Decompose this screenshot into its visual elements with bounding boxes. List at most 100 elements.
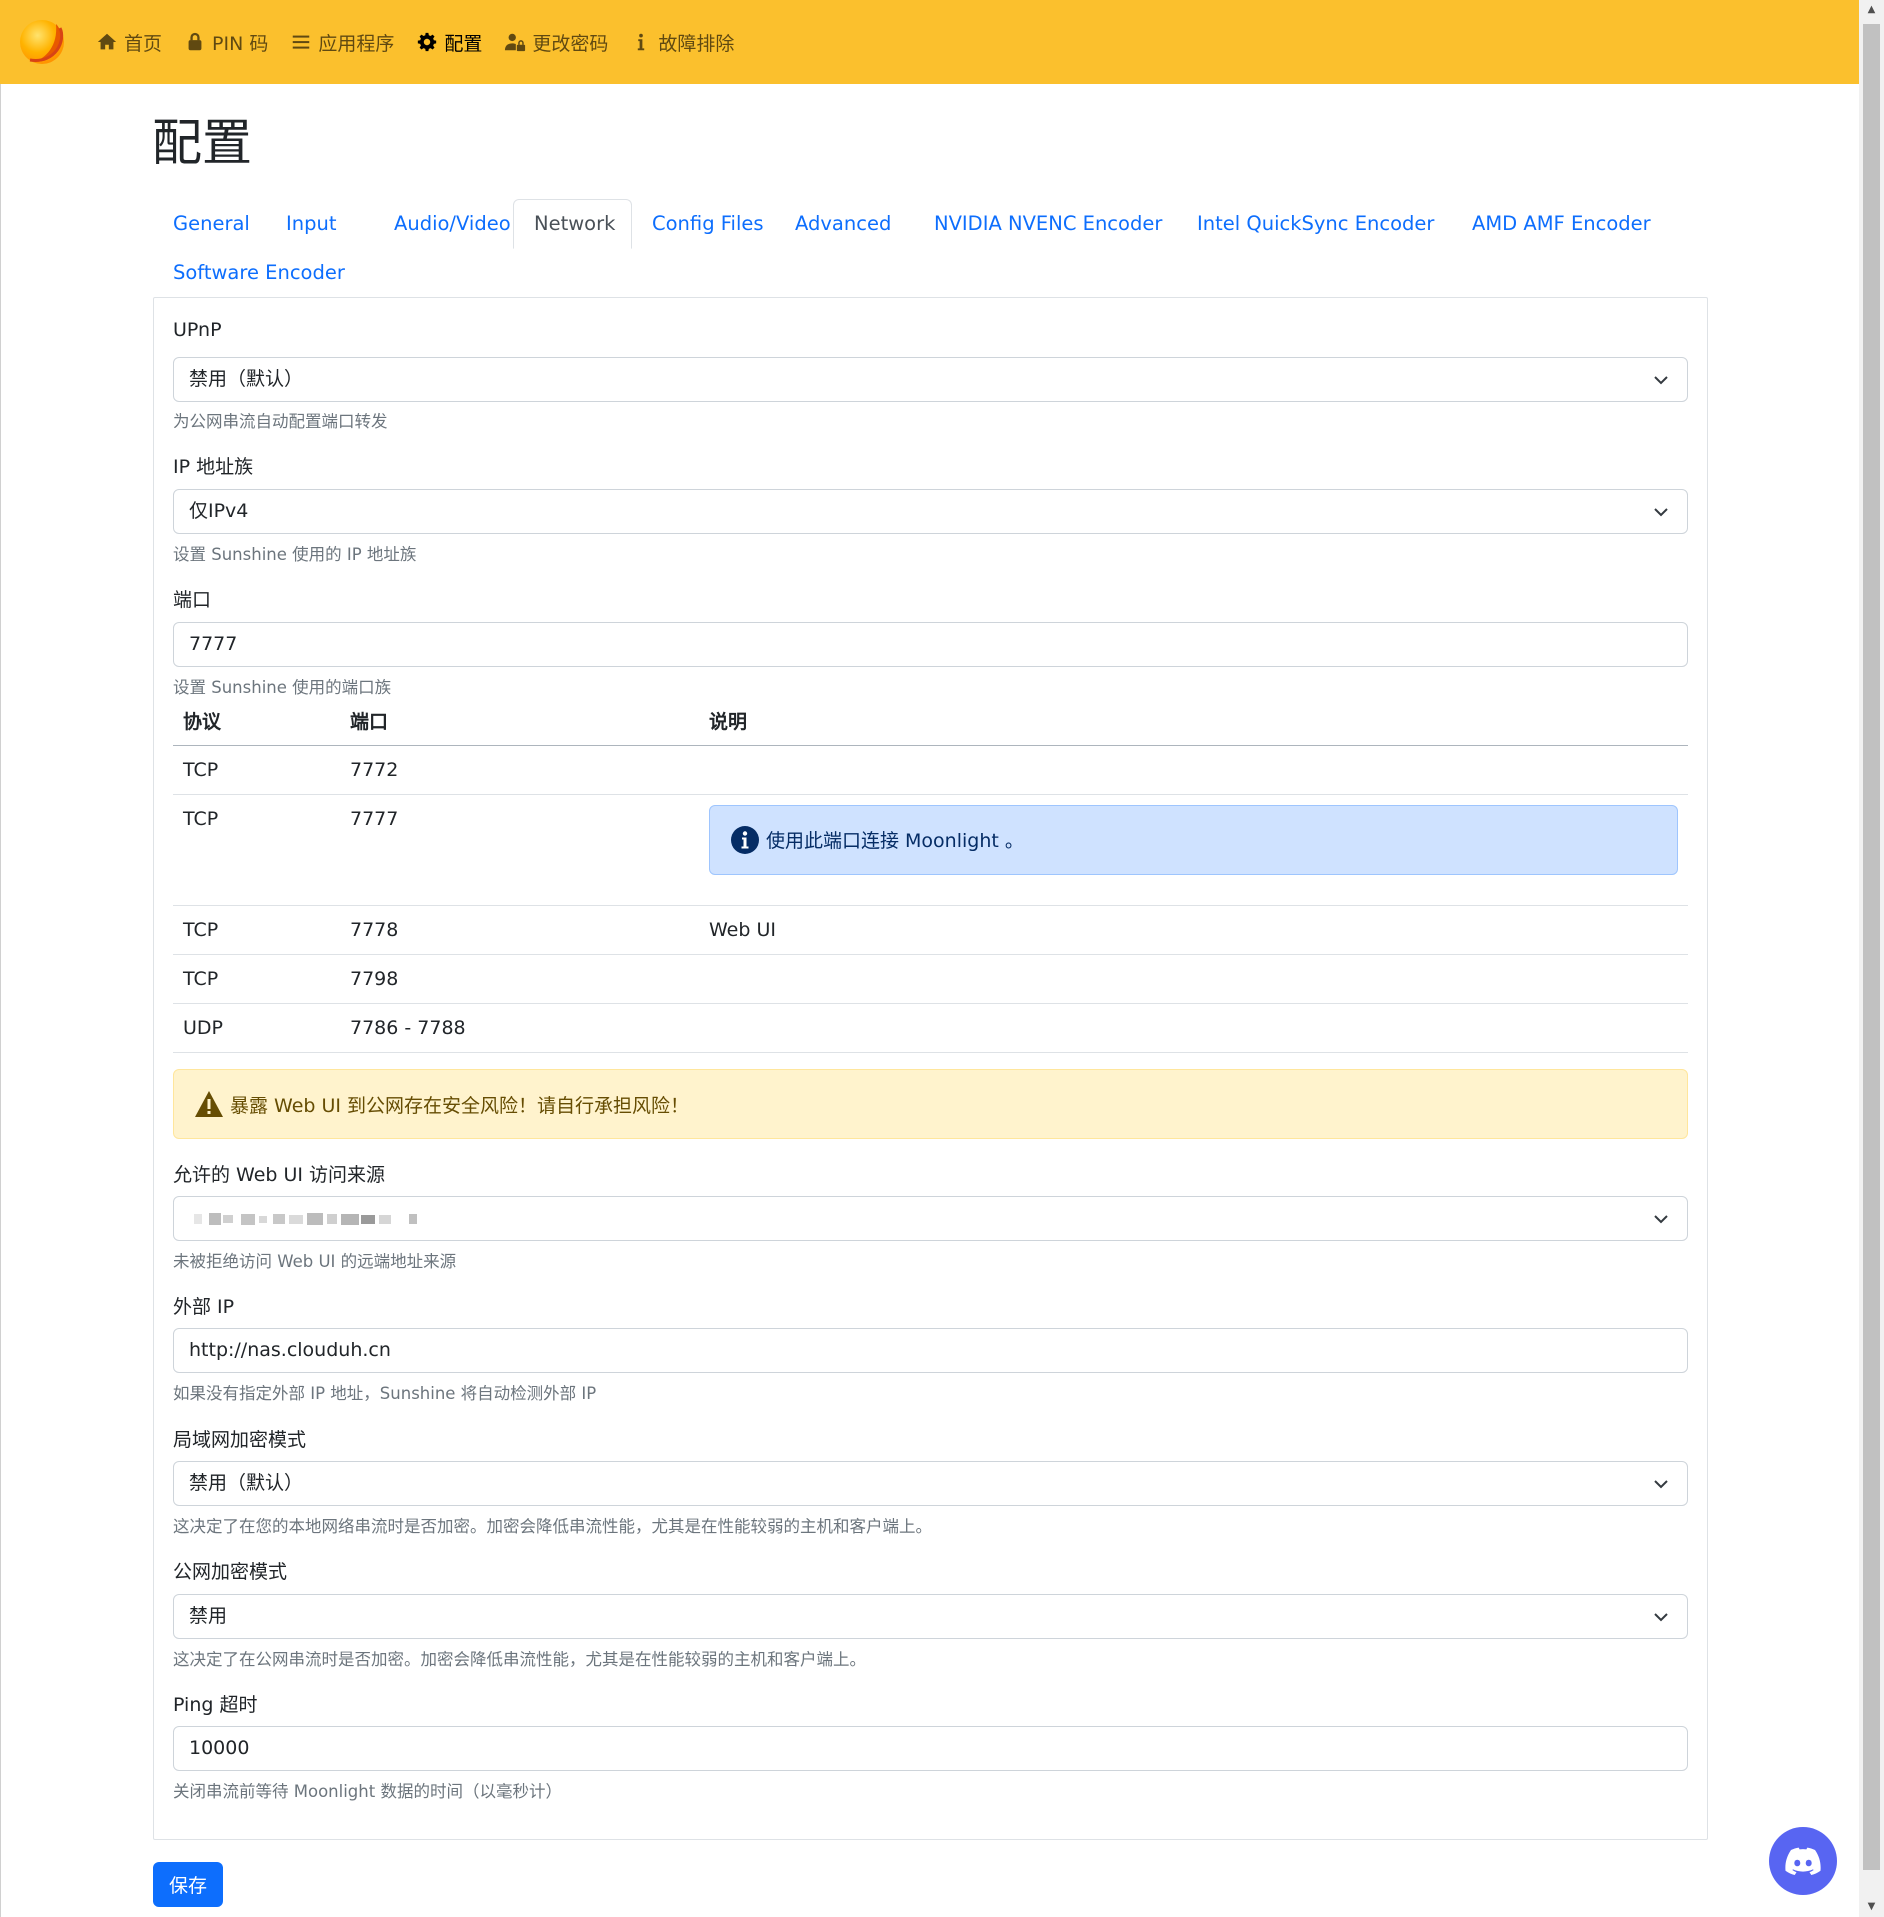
external-ip-help: 如果没有指定外部 IP 地址，Sunshine 将自动检测外部 IP [173,1384,597,1403]
port-cell: 7777 [340,794,699,906]
nav-change-password-label: 更改密码 [532,32,609,55]
upnp-select[interactable]: 禁用（默认） [173,357,1688,402]
address-family-select[interactable]: 仅IPv4 [173,489,1688,534]
protocol-cell: UDP [173,1003,340,1053]
address-family-label: IP 地址族 [173,456,254,478]
address-family-help: 设置 Sunshine 使用的 IP 地址族 [173,545,417,564]
tab-nvidia-nvenc[interactable]: NVIDIA NVENC Encoder [914,199,1182,249]
table-row: UDP 7786 - 7788 [173,1003,1688,1053]
wan-encryption-select[interactable]: 禁用 [173,1594,1688,1639]
protocol-cell: TCP [173,954,340,1004]
lan-encryption-label: 局域网加密模式 [173,1429,307,1451]
list-icon [293,35,310,49]
origin-web-ui-label: 允许的 Web UI 访问来源 [173,1164,386,1186]
chevron-down-icon [1654,1215,1668,1224]
nav-applications[interactable]: 应用程序 [290,29,394,56]
port-cell: 7798 [340,954,699,1004]
protocol-cell: TCP [173,905,340,955]
warning-text: 暴露 Web UI 到公网存在安全风险！请自行承担风险！ [230,1094,690,1117]
discord-icon [1785,1847,1821,1875]
moonlight-port-alert: 使用此端口连接 Moonlight 。 [709,804,1678,875]
discord-button[interactable] [1769,1827,1837,1895]
tab-network[interactable]: Network [513,199,632,249]
column-header-port: 端口 [340,696,699,746]
external-ip-input[interactable]: http://nas.clouduh.cn [173,1328,1688,1373]
nav-pin[interactable]: PIN 码 [184,29,268,56]
page-title: 配置 [152,114,252,172]
nav-troubleshooting[interactable]: 故障排除 [630,29,734,56]
upnp-label: UPnP [173,319,222,341]
nav-home[interactable]: 首页 [96,29,162,56]
tab-audio-video[interactable]: Audio/Video [374,199,531,249]
ping-timeout-help: 关闭串流前等待 Moonlight 数据的时间（以毫秒计） [173,1782,562,1801]
info-icon [638,33,645,51]
chevron-down-icon [1654,1613,1668,1622]
tab-advanced[interactable]: Advanced [775,199,911,249]
home-icon [97,33,117,50]
port-cell: 7772 [340,745,699,795]
external-ip-label: 外部 IP [173,1296,235,1318]
moonlight-port-alert-text: 使用此端口连接 Moonlight 。 [766,830,1024,852]
protocol-cell: TCP [173,794,340,906]
lan-encryption-value: 禁用（默认） [189,1472,304,1494]
note-cell: 使用此端口连接 Moonlight 。 [699,794,1688,906]
gear-icon [418,32,437,52]
port-cell: 7786 - 7788 [340,1003,699,1053]
scrollbar-thumb[interactable] [1863,24,1880,1870]
port-input[interactable]: 7777 [173,622,1688,667]
nav-troubleshooting-label: 故障排除 [658,32,735,55]
column-header-protocol: 协议 [173,696,340,746]
lock-icon [188,32,202,51]
note-cell [699,954,1688,1004]
note-cell [699,745,1688,795]
tab-general[interactable]: General [153,199,270,249]
external-ip-value: http://nas.clouduh.cn [189,1339,391,1361]
nav-home-label: 首页 [124,32,163,55]
scroll-up-arrow[interactable]: ▲ [1859,0,1884,20]
web-ui-exposure-warning: 暴露 Web UI 到公网存在安全风险！请自行承担风险！ [173,1069,1688,1139]
chevron-down-icon [1654,508,1668,517]
nav-change-password[interactable]: 更改密码 [504,29,608,56]
user-lock-icon [505,33,526,52]
ping-timeout-input[interactable]: 10000 [173,1726,1688,1771]
info-circle-icon [731,825,759,854]
port-help: 设置 Sunshine 使用的端口族 [173,678,392,697]
sunshine-logo[interactable] [16,16,68,68]
column-header-note: 说明 [699,696,1688,746]
table-row: TCP 7778 Web UI [173,905,1688,955]
scroll-down-arrow[interactable]: ▼ [1859,1897,1884,1917]
save-button[interactable]: 保存 [153,1862,223,1907]
ping-timeout-value: 10000 [189,1737,250,1759]
nav-pin-label: PIN 码 [212,32,269,55]
origin-web-ui-select[interactable] [173,1196,1688,1241]
top-navbar: 首页 PIN 码 应用程序 配置 更改密码 故障排除 [0,0,1859,84]
ports-table: 协议 端口 说明 TCP 7772 TCP 7777 使用此端口连接 Moonl… [173,696,1688,1053]
nav-configuration-label: 配置 [444,32,483,55]
table-row: TCP 7798 [173,954,1688,1004]
redacted-value [194,1212,417,1225]
nav-configuration[interactable]: 配置 [416,29,482,56]
address-family-value: 仅IPv4 [189,500,249,522]
tab-amd-amf[interactable]: AMD AMF Encoder [1452,199,1671,249]
wan-encryption-value: 禁用 [189,1605,228,1627]
lan-encryption-select[interactable]: 禁用（默认） [173,1461,1688,1506]
wan-encryption-label: 公网加密模式 [173,1561,288,1583]
port-value: 7777 [189,633,238,655]
port-cell: 7778 [340,905,699,955]
table-row: TCP 7777 使用此端口连接 Moonlight 。 [173,794,1688,906]
protocol-cell: TCP [173,745,340,795]
tab-config-files[interactable]: Config Files [632,199,784,249]
wan-encryption-help: 这决定了在公网串流时是否加密。加密会降低串流性能，尤其是在性能较弱的主机和客户端… [173,1650,866,1669]
upnp-help: 为公网串流自动配置端口转发 [173,412,388,431]
tab-software-encoder[interactable]: Software Encoder [153,248,365,298]
table-row: TCP 7772 [173,745,1688,795]
chevron-down-icon [1654,1480,1668,1489]
tab-input[interactable]: Input [266,199,357,249]
lan-encryption-help: 这决定了在您的本地网络串流时是否加密。加密会降低串流性能，尤其是在性能较弱的主机… [173,1517,932,1536]
nav-applications-label: 应用程序 [318,32,395,55]
note-cell: Web UI [699,905,1688,955]
tab-intel-quicksync[interactable]: Intel QuickSync Encoder [1177,199,1454,249]
origin-web-ui-help: 未被拒绝访问 Web UI 的远端地址来源 [173,1252,457,1271]
ping-timeout-label: Ping 超时 [173,1694,258,1716]
port-label: 端口 [173,589,212,611]
